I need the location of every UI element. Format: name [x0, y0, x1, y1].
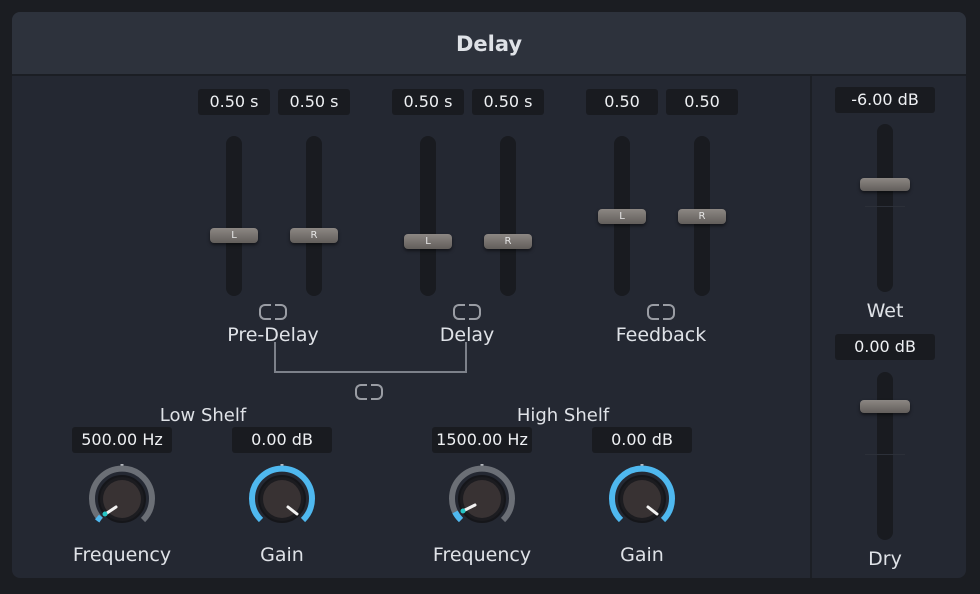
- wet-value[interactable]: -6.00 dB: [835, 87, 935, 113]
- delay-right-value[interactable]: 0.50 s: [472, 89, 544, 115]
- high-shelf-gain-value[interactable]: 0.00 dB: [592, 427, 692, 453]
- dry-slider-handle[interactable]: [860, 400, 910, 413]
- delay-left-value[interactable]: 0.50 s: [392, 89, 464, 115]
- pre-delay-delay-link-icon[interactable]: [355, 384, 383, 400]
- high-shelf-frequency-value[interactable]: 1500.00 Hz: [432, 427, 532, 453]
- high-shelf-gain-label: Gain: [620, 544, 664, 566]
- delay-right-slider-track[interactable]: [500, 136, 516, 296]
- pre-delay-link-icon[interactable]: [259, 304, 287, 320]
- high-shelf-label: High Shelf: [516, 405, 610, 426]
- header: Delay: [12, 12, 966, 76]
- section-divider: [810, 76, 812, 578]
- feedback-link-icon[interactable]: [647, 304, 675, 320]
- low-shelf-frequency-value[interactable]: 500.00 Hz: [72, 427, 172, 453]
- pre-delay-right-value[interactable]: 0.50 s: [278, 89, 350, 115]
- delay-left-slider-track[interactable]: [420, 136, 436, 296]
- feedback-right-slider-handle[interactable]: R: [678, 209, 726, 224]
- plugin-title: Delay: [455, 32, 523, 56]
- pre-delay-left-slider-track[interactable]: [226, 136, 242, 296]
- feedback-label: Feedback: [615, 324, 707, 346]
- dry-slider-center-tick: [865, 454, 905, 455]
- dry-slider-track[interactable]: [877, 372, 893, 540]
- delay-left-slider-handle[interactable]: L: [404, 234, 452, 249]
- low-shelf-gain-knob[interactable]: [245, 462, 319, 536]
- low-shelf-gain-label: Gain: [260, 544, 304, 566]
- feedback-left-slider-handle[interactable]: L: [598, 209, 646, 224]
- pre-delay-left-value[interactable]: 0.50 s: [198, 89, 270, 115]
- wet-slider-track[interactable]: [877, 124, 893, 292]
- delay-plugin-panel: Delay 0.50 s 0.50 s 0.50 s 0.50 s 0.50 0…: [12, 12, 966, 578]
- delay-link-icon[interactable]: [453, 304, 481, 320]
- high-shelf-gain-knob[interactable]: [605, 462, 679, 536]
- high-shelf-frequency-knob[interactable]: [445, 462, 519, 536]
- low-shelf-label: Low Shelf: [159, 405, 247, 426]
- low-shelf-frequency-knob[interactable]: [85, 462, 159, 536]
- wet-slider-handle[interactable]: [860, 178, 910, 191]
- low-shelf-frequency-label: Frequency: [72, 544, 172, 566]
- dry-label: Dry: [868, 548, 902, 570]
- dry-value[interactable]: 0.00 dB: [835, 334, 935, 360]
- low-shelf-gain-value[interactable]: 0.00 dB: [232, 427, 332, 453]
- high-shelf-frequency-label: Frequency: [432, 544, 532, 566]
- wet-label: Wet: [866, 300, 904, 322]
- pre-delay-right-slider-handle[interactable]: R: [290, 228, 338, 243]
- pre-delay-left-slider-handle[interactable]: L: [210, 228, 258, 243]
- feedback-left-value[interactable]: 0.50: [586, 89, 658, 115]
- wet-slider-center-tick: [865, 206, 905, 207]
- delay-right-slider-handle[interactable]: R: [484, 234, 532, 249]
- pre-delay-delay-link-bracket: [274, 342, 467, 373]
- pre-delay-right-slider-track[interactable]: [306, 136, 322, 296]
- feedback-right-value[interactable]: 0.50: [666, 89, 738, 115]
